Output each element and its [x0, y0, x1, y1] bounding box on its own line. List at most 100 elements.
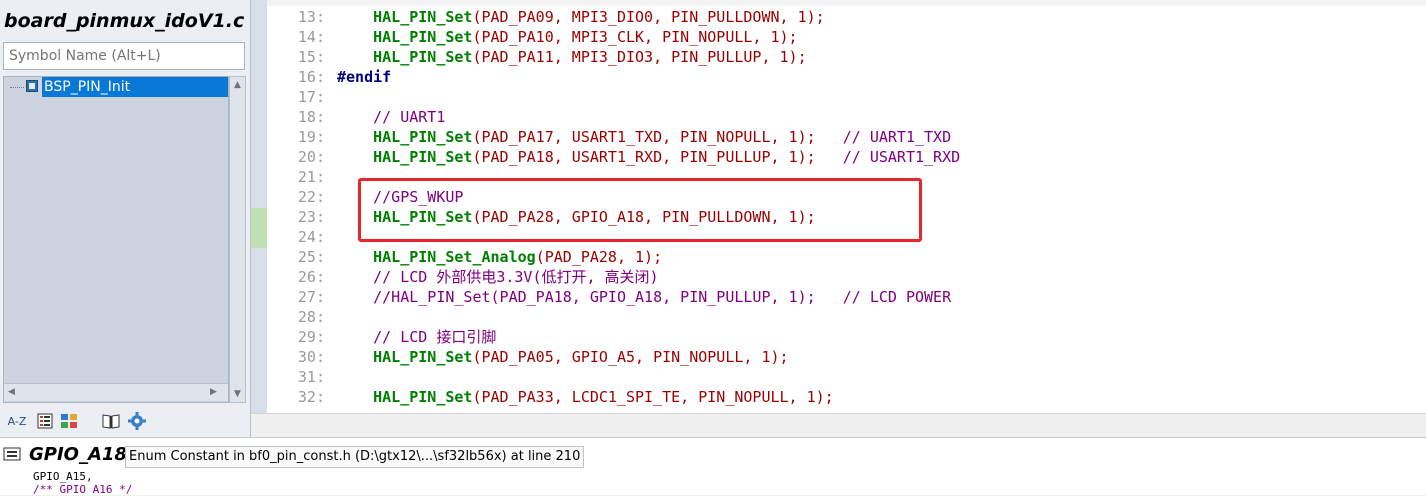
- code-token: #endif: [337, 68, 392, 86]
- symbol-info-bar: GPIO_A18 Enum Constant in bf0_pin_const.…: [0, 437, 1426, 496]
- code-text: HAL_PIN_Set(PAD_PA09, MPI3_DIO0, PIN_PUL…: [337, 7, 825, 27]
- change-marker: [251, 208, 267, 248]
- line-number: 30:: [297, 348, 325, 366]
- line-number: 29:: [297, 328, 325, 346]
- code-token: HAL_PIN_Set: [373, 28, 473, 46]
- code-line[interactable]: 30: HAL_PIN_Set(PAD_PA05, GPIO_A5, PIN_N…: [267, 347, 1426, 367]
- symbol-list[interactable]: BSP_PIN_Init ◀ ▶: [3, 76, 229, 403]
- horizontal-scrollbar[interactable]: ◀ ▶: [4, 383, 228, 401]
- tab-strip: [267, 0, 1426, 6]
- editor-bottom-bar: [251, 413, 1426, 438]
- symbol-item-label[interactable]: BSP_PIN_Init: [42, 77, 228, 97]
- code-editor[interactable]: 13: HAL_PIN_Set(PAD_PA09, MPI3_DIO0, PIN…: [267, 0, 1426, 413]
- code-line[interactable]: 25: HAL_PIN_Set_Analog(PAD_PA28, 1);: [267, 247, 1426, 267]
- code-text: HAL_PIN_Set(PAD_PA33, LCDC1_SPI_TE, PIN_…: [337, 387, 834, 407]
- code-token: HAL_PIN_Set: [373, 8, 473, 26]
- line-number: 16:: [297, 68, 325, 86]
- tree-connector: [10, 87, 24, 88]
- code-line[interactable]: 20: HAL_PIN_Set(PAD_PA18, USART1_RXD, PI…: [267, 147, 1426, 167]
- file-title: board_pinmux_idoV1.c: [4, 10, 245, 32]
- line-number: 31:: [297, 368, 325, 386]
- code-token: (PAD_PA28, 1);: [535, 248, 663, 266]
- symbol-panel-toolbar: A-Z: [6, 410, 246, 434]
- code-line[interactable]: 27: //HAL_PIN_Set(PAD_PA18, GPIO_A18, PI…: [267, 287, 1426, 307]
- sort-az-button[interactable]: A-Z: [6, 410, 28, 432]
- code-line[interactable]: 18: // UART1: [267, 107, 1426, 127]
- code-line[interactable]: 28:: [267, 307, 1426, 327]
- code-text: HAL_PIN_Set(PAD_PA10, MPI3_CLK, PIN_NOPU…: [337, 27, 798, 47]
- highlight-annotation-box: [358, 178, 922, 242]
- code-line[interactable]: 26: // LCD 外部供电3.3V(低打开, 高关闭): [267, 267, 1426, 287]
- code-text: HAL_PIN_Set(PAD_PA11, MPI3_DIO3, PIN_PUL…: [337, 47, 807, 67]
- book-icon[interactable]: [100, 410, 122, 432]
- scroll-up-icon[interactable]: ▲: [234, 80, 241, 90]
- code-text: #endif: [337, 67, 391, 87]
- code-line[interactable]: 14: HAL_PIN_Set(PAD_PA10, MPI3_CLK, PIN_…: [267, 27, 1426, 47]
- code-token: (PAD_PA10, MPI3_CLK, PIN_NOPULL, 1);: [472, 28, 798, 46]
- line-number: 27:: [297, 288, 325, 306]
- code-token: // UART1: [373, 108, 446, 126]
- code-token: HAL_PIN_Set: [373, 348, 473, 366]
- code-token: (PAD_PA11, MPI3_DIO3, PIN_PULLUP, 1);: [472, 48, 807, 66]
- settings-gear-icon[interactable]: [126, 410, 148, 432]
- code-token: // LCD 外部供电3.3V(低打开, 高关闭): [373, 268, 659, 286]
- code-token: //HAL_PIN_Set(PAD_PA18, GPIO_A18, PIN_PU…: [373, 288, 952, 306]
- code-line[interactable]: 29: // LCD 接口引脚: [267, 327, 1426, 347]
- vertical-scrollbar[interactable]: ▲ ▼: [229, 76, 246, 403]
- code-text: // UART1: [337, 107, 445, 127]
- code-token: HAL_PIN_Set: [373, 48, 473, 66]
- symbol-list-item[interactable]: BSP_PIN_Init: [4, 77, 228, 97]
- preview-line: GPIO_A15,: [33, 470, 93, 483]
- line-number: 22:: [297, 188, 325, 206]
- code-line[interactable]: 16: #endif: [267, 67, 1426, 87]
- code-line[interactable]: 13: HAL_PIN_Set(PAD_PA09, MPI3_DIO0, PIN…: [267, 7, 1426, 27]
- scroll-down-icon[interactable]: ▼: [234, 389, 241, 399]
- code-token: HAL_PIN_Set: [373, 128, 473, 146]
- code-line[interactable]: 31:: [267, 367, 1426, 387]
- line-number: 18:: [297, 108, 325, 126]
- code-token: HAL_PIN_Set: [373, 148, 473, 166]
- line-number: 15:: [297, 48, 325, 66]
- line-number: 25:: [297, 248, 325, 266]
- symbol-search-input[interactable]: [3, 42, 245, 70]
- code-text: //HAL_PIN_Set(PAD_PA18, GPIO_A18, PIN_PU…: [337, 287, 951, 307]
- list-view-icon[interactable]: [34, 410, 56, 432]
- line-number: 14:: [297, 28, 325, 46]
- code-text: HAL_PIN_Set_Analog(PAD_PA28, 1);: [337, 247, 662, 267]
- scroll-right-icon[interactable]: ▶: [210, 387, 217, 397]
- code-token: // UART1_TXD: [815, 128, 952, 146]
- code-line[interactable]: 17:: [267, 87, 1426, 107]
- function-icon: [26, 80, 38, 92]
- code-token: (PAD_PA17, USART1_TXD, PIN_NOPULL, 1);: [472, 128, 816, 146]
- code-text: HAL_PIN_Set(PAD_PA05, GPIO_A5, PIN_NOPUL…: [337, 347, 789, 367]
- line-number: 21:: [297, 168, 325, 186]
- code-token: (PAD_PA05, GPIO_A5, PIN_NOPULL, 1);: [472, 348, 789, 366]
- code-token: (PAD_PA18, USART1_RXD, PIN_PULLUP, 1);: [472, 148, 816, 166]
- line-number: 17:: [297, 88, 325, 106]
- enum-constant-icon: [3, 446, 21, 462]
- code-token: // USART1_RXD: [815, 148, 961, 166]
- code-text: HAL_PIN_Set(PAD_PA18, USART1_RXD, PIN_PU…: [337, 147, 960, 167]
- code-line[interactable]: 15: HAL_PIN_Set(PAD_PA11, MPI3_DIO3, PIN…: [267, 47, 1426, 67]
- line-number: 26:: [297, 268, 325, 286]
- code-line[interactable]: 32: HAL_PIN_Set(PAD_PA33, LCDC1_SPI_TE, …: [267, 387, 1426, 407]
- line-number: 23:: [297, 208, 325, 226]
- info-symbol-name: GPIO_A18: [29, 444, 127, 465]
- category-view-icon[interactable]: [58, 410, 80, 432]
- info-description[interactable]: Enum Constant in bf0_pin_const.h (D:\gtx…: [125, 446, 585, 468]
- code-token: (PAD_PA33, LCDC1_SPI_TE, PIN_NOPULL, 1);: [472, 388, 834, 406]
- code-line[interactable]: 19: HAL_PIN_Set(PAD_PA17, USART1_TXD, PI…: [267, 127, 1426, 147]
- scroll-left-icon[interactable]: ◀: [8, 387, 15, 397]
- code-token: HAL_PIN_Set_Analog: [373, 248, 536, 266]
- preview-line: /** GPIO A16 */: [33, 483, 133, 496]
